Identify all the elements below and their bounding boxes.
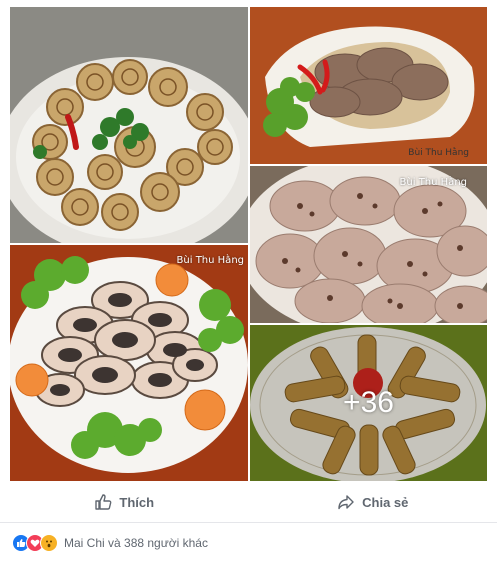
like-label: Thích xyxy=(119,495,154,510)
thumbs-up-icon xyxy=(94,493,112,511)
photo-3-watermark: Bùi Thu Hằng xyxy=(400,177,467,188)
photo-5[interactable]: +36 xyxy=(250,325,487,481)
photo-3-image xyxy=(250,166,487,323)
more-photos-count: +36 xyxy=(343,386,394,420)
reactions-summary[interactable]: Mai Chi và 388 người khác xyxy=(0,522,497,562)
photo-1[interactable] xyxy=(10,7,248,243)
photo-2[interactable]: Bùi Thu Hằng xyxy=(250,7,487,164)
post-actions: Thích Chia sẻ xyxy=(0,485,497,519)
reactions-summary-text[interactable]: Mai Chi và 388 người khác xyxy=(64,536,208,550)
share-label: Chia sẻ xyxy=(362,495,408,510)
photo-4-watermark: Bùi Thu Hằng xyxy=(177,255,244,266)
photo-2-image xyxy=(250,7,487,164)
photo-2-watermark: Bùi Thu Hằng xyxy=(408,148,469,158)
share-icon xyxy=(337,493,355,511)
photo-1-image xyxy=(10,7,248,243)
more-photos-overlay[interactable]: +36 xyxy=(250,325,487,481)
share-button[interactable]: Chia sẻ xyxy=(249,485,497,519)
photo-3[interactable]: Bùi Thu Hằng xyxy=(250,166,487,323)
like-button[interactable]: Thích xyxy=(0,485,249,519)
photo-4[interactable]: Bùi Thu Hằng xyxy=(10,245,248,481)
wow-reaction-icon xyxy=(40,534,58,552)
photo-4-image xyxy=(10,245,248,481)
